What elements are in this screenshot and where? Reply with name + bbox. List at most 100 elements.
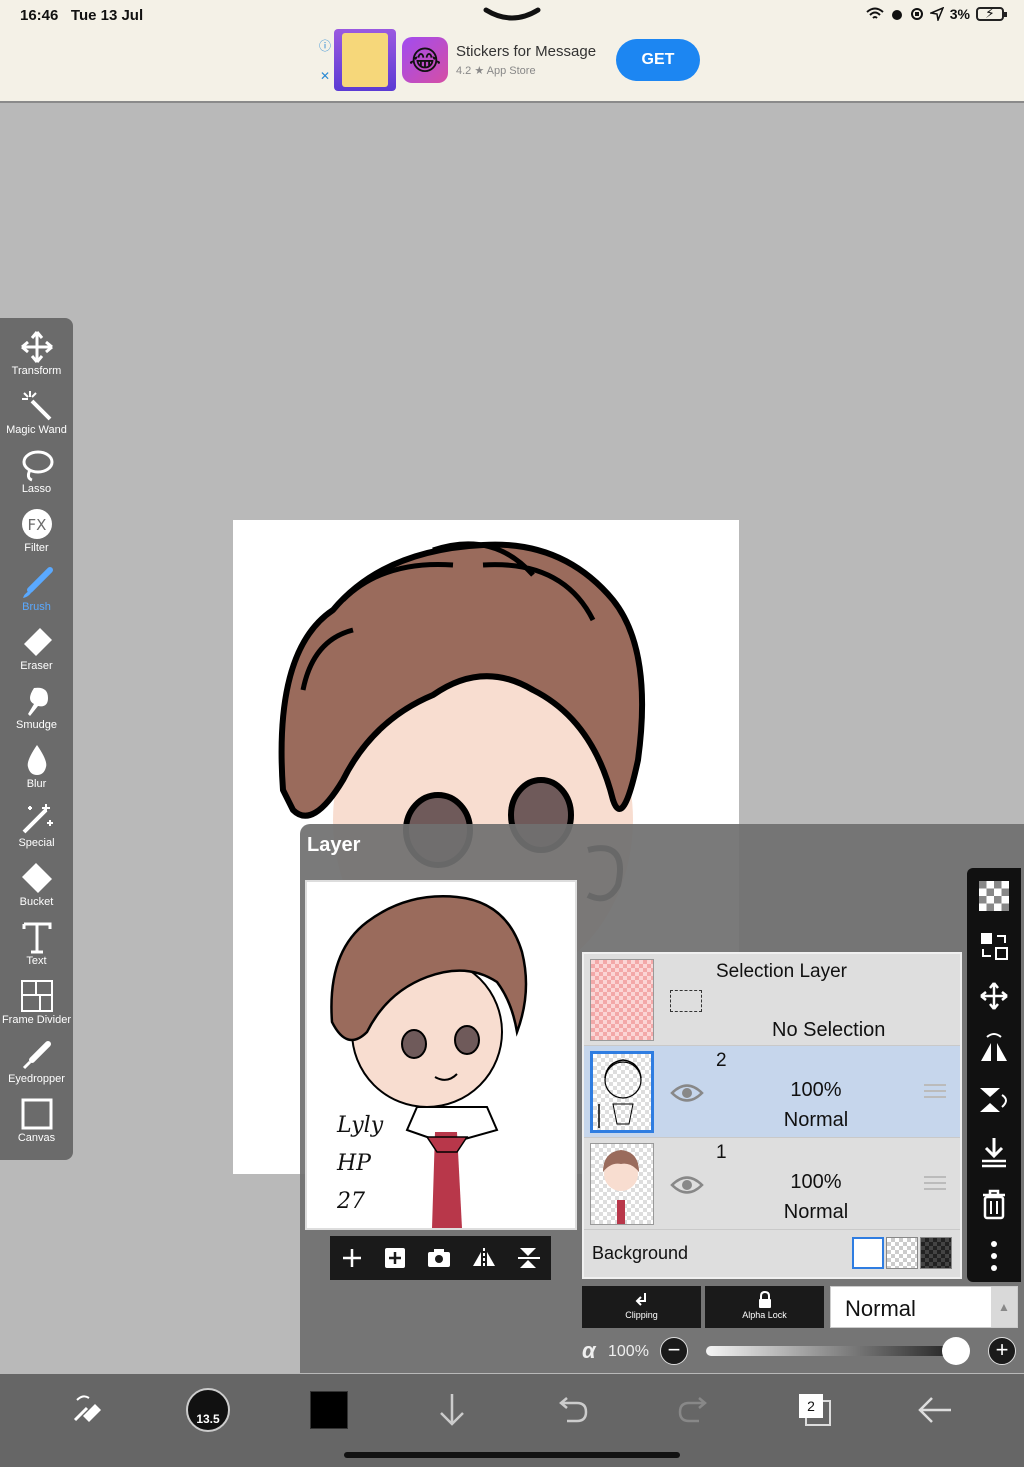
download-button[interactable] [432, 1386, 472, 1434]
tool-eyedropper[interactable]: Eyedropper [0, 1036, 73, 1094]
selection-layer-name: Selection Layer [716, 961, 847, 982]
opacity-value: 100% [608, 1343, 649, 1360]
close-icon[interactable]: ✕ [320, 69, 330, 83]
color-swatch-button[interactable] [308, 1386, 350, 1434]
undo-icon [559, 1397, 588, 1423]
tool-brush[interactable]: Brush [0, 564, 73, 622]
layer-action-bar [330, 1236, 551, 1280]
tool-lasso[interactable]: Lasso [0, 446, 73, 504]
clipping-button[interactable]: Clipping [582, 1286, 701, 1328]
undo-button[interactable] [552, 1386, 592, 1434]
tool-label: Canvas [17, 1132, 56, 1144]
tool-label: Brush [22, 601, 51, 613]
ad-image[interactable] [334, 29, 396, 91]
blend-mode-value: Normal [845, 1296, 916, 1321]
add-layer-box-icon[interactable] [383, 1246, 407, 1270]
background-transparent-swatch[interactable] [886, 1237, 918, 1269]
lock-icon [758, 1291, 771, 1308]
tool-bucket[interactable]: Bucket [0, 859, 73, 917]
visibility-eye-icon[interactable] [670, 1174, 704, 1196]
layer-panel-title: Layer [307, 834, 361, 856]
layer-flip-button[interactable] [967, 1024, 1021, 1072]
tool-frame-divider[interactable]: Frame Divider [0, 977, 73, 1035]
ad-controls: ⓘ ✕ [316, 29, 334, 91]
back-button[interactable] [915, 1386, 955, 1434]
opacity-slider-knob[interactable] [942, 1337, 970, 1365]
camera-icon[interactable] [426, 1246, 452, 1270]
tool-label: Bucket [19, 896, 54, 908]
background-dark-swatch[interactable] [920, 1237, 952, 1269]
tool-label: Text [26, 955, 47, 967]
layers-button[interactable]: 2 [795, 1386, 835, 1434]
opacity-decrease-button[interactable]: − [660, 1337, 688, 1365]
flip-horizontal-icon[interactable] [471, 1246, 497, 1270]
layer-rotate-button[interactable] [967, 1076, 1021, 1124]
layer-blend-mode: Normal [783, 1201, 849, 1223]
delete-layer-button[interactable] [967, 1180, 1021, 1228]
bucket-icon [21, 863, 52, 893]
selection-layer-row[interactable]: Selection Layer No Selection [584, 954, 960, 1046]
info-icon[interactable]: ⓘ [319, 37, 331, 54]
drag-handle-icon[interactable] [924, 1084, 946, 1102]
more-options-button[interactable] [967, 1232, 1021, 1280]
arrow-left-icon [918, 1397, 951, 1423]
ad-text[interactable]: Stickers for Message 4.2 ★ App Store [456, 43, 616, 77]
opacity-slider[interactable] [706, 1346, 956, 1356]
home-indicator[interactable] [344, 1452, 680, 1458]
brush-size-button[interactable]: 13.5 [184, 1386, 232, 1434]
layer-opacity: 100% [790, 1079, 842, 1101]
layer-thumbnail [590, 1051, 654, 1133]
preview-signature-line: Lyly [337, 1113, 384, 1138]
tool-label: Eyedropper [8, 1073, 65, 1085]
add-layer-icon[interactable] [340, 1246, 364, 1270]
tool-bar: Transform Magic Wand Lasso FX Filter Bru… [0, 318, 73, 1160]
bottom-toolbar: 13.5 2 [0, 1374, 1024, 1467]
tool-canvas[interactable]: Canvas [0, 1095, 73, 1153]
clock: 16:46 [20, 7, 59, 24]
fx-icon: FX [21, 509, 52, 539]
opacity-row: α 100% − + [582, 1336, 1022, 1366]
tool-blur[interactable]: Blur [0, 741, 73, 799]
redo-icon [678, 1397, 707, 1423]
status-time: 16:46 Tue 13 Jul [20, 7, 143, 24]
layer-thumbnail-art [603, 1150, 639, 1224]
tool-magic-wand[interactable]: Magic Wand [0, 387, 73, 445]
layer-swap-button[interactable] [967, 922, 1021, 970]
lasso-icon [22, 450, 53, 482]
location-icon [929, 7, 944, 21]
flip-vertical-icon[interactable] [516, 1246, 542, 1270]
layer-row[interactable]: 2 100% Normal [584, 1046, 960, 1138]
tool-filter[interactable]: FX Filter [0, 505, 73, 563]
background-label: Background [592, 1243, 689, 1263]
layer-move-button[interactable] [967, 972, 1021, 1020]
transparency-grid-button[interactable] [967, 872, 1021, 920]
tool-transform[interactable]: Transform [0, 328, 73, 386]
alpha-lock-button[interactable]: Alpha Lock [705, 1286, 824, 1328]
blend-mode-select[interactable]: Normal ▲ [830, 1286, 1018, 1328]
clipping-icon [635, 1293, 646, 1306]
background-white-swatch[interactable] [852, 1237, 884, 1269]
magic-wand-icon [21, 391, 51, 421]
chevron-down-icon[interactable] [482, 4, 542, 26]
layer-list: Selection Layer No Selection 2 100% Norm… [582, 952, 962, 1279]
tool-label: Blur [26, 778, 47, 790]
lock-rotation-icon [910, 8, 923, 20]
alpha-lock-label: Alpha Lock [742, 1310, 787, 1320]
merge-down-button[interactable] [967, 1128, 1021, 1176]
ad-subtitle: 4.2 ★ App Store [456, 65, 536, 77]
tool-smudge[interactable]: Smudge [0, 682, 73, 740]
ad-banner[interactable]: ⓘ ✕ 😂 Stickers for Message 4.2 ★ App Sto… [316, 28, 708, 92]
ad-get-button[interactable]: GET [616, 39, 700, 81]
brush-eraser-toggle[interactable] [62, 1386, 112, 1434]
ad-title: Stickers for Message [456, 43, 597, 60]
redo-button[interactable] [674, 1386, 714, 1434]
drop-icon [27, 745, 46, 775]
tool-text[interactable]: Text [0, 918, 73, 976]
ad-app-icon[interactable]: 😂 [402, 37, 448, 83]
layer-row[interactable]: 1 100% Normal [584, 1138, 960, 1230]
drag-handle-icon[interactable] [924, 1176, 946, 1194]
visibility-eye-icon[interactable] [670, 1082, 704, 1104]
opacity-increase-button[interactable]: + [988, 1337, 1016, 1365]
tool-eraser[interactable]: Eraser [0, 623, 73, 681]
tool-special[interactable]: Special [0, 800, 73, 858]
